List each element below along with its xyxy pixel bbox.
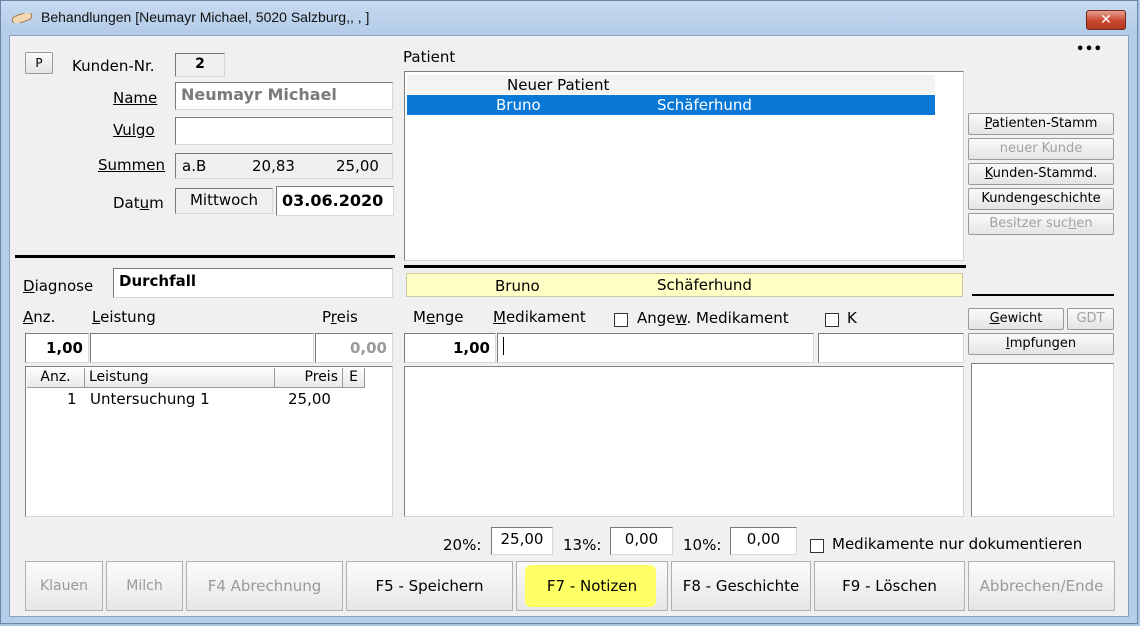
milch-button[interactable]: Milch: [106, 561, 183, 611]
p-button[interactable]: P: [25, 52, 53, 74]
k-checkbox[interactable]: [825, 313, 839, 327]
diagnose-label: Diagnose: [23, 277, 94, 295]
col-header-anz[interactable]: Anz.: [27, 368, 85, 388]
notizen-label: F7 - Notizen: [546, 577, 638, 595]
gdt-button[interactable]: GDT: [1067, 308, 1114, 330]
row-leistung: Untersuchung 1: [90, 390, 210, 408]
name-label: Name: [113, 89, 158, 107]
leistung-label: Leistung: [92, 308, 156, 326]
datum-label: Datum: [113, 194, 164, 212]
row-preis: 25,00: [288, 390, 331, 408]
kundengeschichte-button[interactable]: Kundengeschichte: [968, 188, 1114, 210]
besitzer-suchen-button[interactable]: Besitzer suchen: [968, 213, 1114, 235]
more-options-icon[interactable]: • • •: [1076, 42, 1102, 57]
summen-value-2: 25,00: [336, 157, 379, 175]
anz-label: Anz.: [23, 308, 56, 326]
medikament-extra-input[interactable]: [818, 333, 964, 363]
diagnose-field[interactable]: Durchfall: [113, 268, 393, 298]
name-field[interactable]: Neumayr Michael: [175, 82, 393, 110]
col-header-preis[interactable]: Preis: [275, 368, 343, 388]
menge-label: Menge: [413, 308, 464, 326]
doc-only-label: Medikamente nur dokumentieren: [832, 535, 1083, 553]
close-button[interactable]: ✕: [1086, 10, 1126, 30]
angew-medikament-label: Angew. Medikament: [637, 309, 789, 327]
vulgo-label: Vulgo: [113, 121, 155, 139]
patient-row-name: Neuer Patient: [507, 76, 610, 94]
patient-row-new[interactable]: Neuer Patient: [407, 75, 935, 94]
menge-input[interactable]: 1,00: [404, 333, 496, 363]
preis-input[interactable]: 0,00: [315, 333, 393, 363]
medikament-list[interactable]: [404, 366, 964, 517]
doc-only-checkbox[interactable]: [810, 539, 824, 553]
current-patient-breed: Schäferhund: [657, 276, 752, 294]
patient-label: Patient: [403, 48, 456, 66]
leistung-input[interactable]: [90, 333, 314, 363]
right-separator: [972, 294, 1114, 296]
summen-field: a.B 20,83 25,00: [175, 153, 393, 179]
summen-ab: a.B: [182, 157, 207, 175]
anz-input[interactable]: 1,00: [25, 333, 89, 363]
kunden-stammd-button[interactable]: Kunden-Stammd.: [968, 163, 1114, 185]
tax-20-label: 20%:: [443, 536, 482, 554]
tax-13-label: 13%:: [563, 536, 602, 554]
impfungen-button[interactable]: Impfungen: [968, 333, 1114, 355]
angew-medikament-checkbox[interactable]: [614, 313, 628, 327]
row-anz: 1: [67, 390, 77, 408]
behandlungen-window: Behandlungen [Neumayr Michael, 5020 Salz…: [0, 0, 1138, 624]
tax-20-field: 25,00: [491, 527, 553, 555]
summen-value-1: 20,83: [252, 157, 295, 175]
tax-13-field: 0,00: [610, 527, 673, 555]
current-patient-name: Bruno: [495, 277, 540, 295]
patient-list[interactable]: Neuer Patient Bruno Schäferhund: [404, 71, 964, 261]
abbrechen-button[interactable]: Abbrechen/Ende: [968, 561, 1115, 611]
vulgo-field[interactable]: [175, 117, 393, 145]
geschichte-button[interactable]: F8 - Geschichte: [671, 561, 811, 611]
client-area: P Kunden-Nr. 2 Name Neumayr Michael Vulg…: [9, 35, 1129, 617]
patienten-stamm-button[interactable]: Patienten-Stamm: [968, 113, 1114, 135]
current-patient-bar: Bruno Schäferhund: [406, 273, 963, 297]
preis-label: Preis: [322, 308, 358, 326]
title-bar[interactable]: Behandlungen [Neumayr Michael, 5020 Salz…: [1, 1, 1137, 35]
neuer-kunde-button[interactable]: neuer Kunde: [968, 138, 1114, 160]
medikament-label: Medikament: [493, 308, 586, 326]
gewicht-button[interactable]: Gewicht: [968, 308, 1064, 330]
medikament-input[interactable]: [497, 333, 814, 363]
klauen-button[interactable]: Klauen: [25, 561, 103, 611]
col-header-leistung[interactable]: Leistung: [85, 368, 275, 388]
patient-row-breed: Schäferhund: [657, 96, 752, 114]
tax-10-field: 0,00: [730, 527, 797, 555]
kunden-nr-field: 2: [175, 53, 225, 77]
loeschen-button[interactable]: F9 - Löschen: [814, 561, 965, 611]
table-row[interactable]: 1 Untersuchung 1 25,00: [27, 389, 367, 408]
patient-row-selected[interactable]: Bruno Schäferhund: [407, 95, 935, 115]
k-label: K: [847, 309, 857, 327]
date-field[interactable]: 03.06.2020: [276, 186, 394, 216]
window-title: Behandlungen [Neumayr Michael, 5020 Salz…: [41, 9, 370, 25]
patient-row-name: Bruno: [496, 96, 541, 114]
bandage-icon: [11, 13, 33, 23]
tax-10-label: 10%:: [683, 536, 722, 554]
kunden-nr-label: Kunden-Nr.: [72, 57, 155, 75]
right-list[interactable]: [971, 363, 1114, 517]
patient-separator: [404, 265, 966, 268]
notizen-button[interactable]: F7 - Notizen: [516, 561, 668, 611]
col-header-e[interactable]: E: [343, 368, 365, 388]
summen-label: Summen: [98, 156, 165, 174]
leistung-table[interactable]: Anz. Leistung Preis E 1 Untersuchung 1 2…: [25, 366, 393, 517]
weekday-field: Mittwoch: [175, 188, 273, 214]
left-separator: [15, 255, 395, 258]
speichern-button[interactable]: F5 - Speichern: [346, 561, 513, 611]
abrechnung-button[interactable]: F4 Abrechnung: [186, 561, 343, 611]
